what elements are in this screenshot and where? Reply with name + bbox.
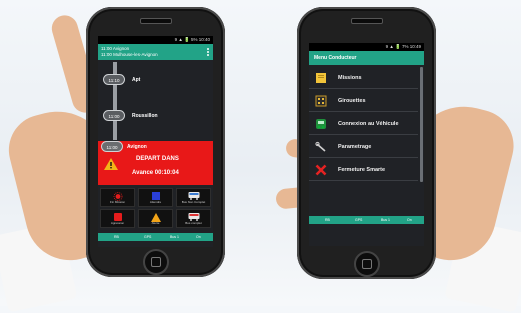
menu-label-vehicle-connection: Connexion au Véhicule [338, 121, 399, 127]
gps-indicator: GPS [355, 218, 363, 222]
on-indicator: On [407, 218, 412, 222]
menu-item-close[interactable]: Fermeture Smarte [309, 159, 418, 181]
stop-time-3[interactable]: 11:00 [101, 141, 123, 152]
wait-button[interactable]: Attendre [138, 188, 173, 207]
rb-indicator: RB [325, 218, 330, 222]
left-phone-speaker [140, 18, 172, 24]
overflow-menu-icon[interactable] [207, 48, 209, 56]
alarm-icon [113, 213, 122, 221]
warning-icon [104, 158, 118, 170]
menu-label-girouettes: Girouettes [338, 98, 366, 104]
departure-alert-panel: 11:00 Avignon DEPART DANS Avance 00:10:0… [98, 141, 213, 185]
right-bottom-status-bar: RB GPS Bus 1 On [309, 216, 424, 224]
aggression-button[interactable]: Agression [100, 209, 135, 228]
bus-not-full-label: Bus Non Complet [181, 200, 206, 204]
bus-icon [188, 213, 199, 221]
sign-icon [315, 95, 327, 107]
bus-icon [316, 119, 326, 129]
left-bottom-status-bar: RB GPS Bus 1 On [98, 233, 213, 241]
menu-label-settings: Parametrage [338, 144, 372, 150]
menu-item-girouettes[interactable]: Girouettes [309, 90, 418, 112]
menu-item-vehicle-connection[interactable]: Connexion au Véhicule [309, 113, 418, 135]
bus-indicator: Bus 1 [381, 218, 390, 222]
left-phone: 9 ▲ 🔋 5% 10:40 11:00 Avignon 11:00 Mulho… [86, 7, 225, 277]
bus-indicator: Bus 1 [170, 235, 179, 239]
right-screen: 9 ▲ 🔋 7% 10:49 Menu Conducteur Missions … [309, 43, 424, 246]
left-phone-home-button[interactable] [143, 249, 169, 275]
bus-full-label: Bus complet [185, 221, 202, 225]
rb-indicator: RB [114, 235, 119, 239]
tools-icon [315, 141, 326, 152]
gps-indicator: GPS [144, 235, 152, 239]
wait-label: Attendre [149, 200, 162, 204]
alert-label: Alerte [151, 221, 160, 225]
stop-name-2: Roussillon [132, 113, 158, 119]
right-phone: 9 ▲ 🔋 7% 10:49 Menu Conducteur Missions … [297, 7, 436, 279]
advance-timer: Avance 00:10:04 [132, 170, 179, 176]
bus-not-full-button[interactable]: Bus Non Complet [176, 188, 211, 207]
left-status-bar: 9 ▲ 🔋 5% 10:40 [98, 36, 213, 44]
right-phone-speaker [351, 18, 383, 24]
menu-scrollbar[interactable] [420, 67, 423, 182]
departure-title: DEPART DANS [136, 156, 179, 162]
menu-label-missions: Missions [338, 75, 362, 81]
folder-icon [316, 73, 326, 83]
stop-name-1: Apt [132, 77, 141, 83]
on-indicator: On [196, 235, 201, 239]
stop-icon [151, 192, 160, 200]
menu-item-missions[interactable]: Missions [309, 67, 418, 89]
left-screen: 9 ▲ 🔋 5% 10:40 11:00 Avignon 11:00 Mulho… [98, 36, 213, 247]
menu-label-close: Fermeture Smarte [338, 167, 386, 173]
mission-header: 11:00 Avignon 11:00 Mulhouse-les-Avignon [98, 44, 213, 60]
stop-name-3: Avignon [127, 144, 147, 150]
menu-item-settings[interactable]: Parametrage [309, 136, 418, 158]
right-status-bar: 9 ▲ 🔋 7% 10:49 [309, 43, 424, 51]
alert-button[interactable]: Alerte [138, 209, 173, 228]
aggression-label: Agression [110, 221, 125, 225]
close-icon [315, 164, 327, 176]
stop-time-1[interactable]: 11:10 [103, 74, 125, 85]
stop-time-2[interactable]: 11:00 [103, 110, 125, 121]
bus-full-button[interactable]: Bus complet [176, 209, 211, 228]
bus-icon [188, 192, 199, 200]
menu-title: Menu Conducteur [309, 51, 424, 65]
end-mission-button[interactable]: Fin Mission [100, 188, 135, 207]
mission-header-line2: 11:00 Mulhouse-les-Avignon [101, 52, 158, 57]
right-phone-home-button[interactable] [354, 251, 380, 277]
end-mission-label: Fin Mission [109, 200, 126, 204]
